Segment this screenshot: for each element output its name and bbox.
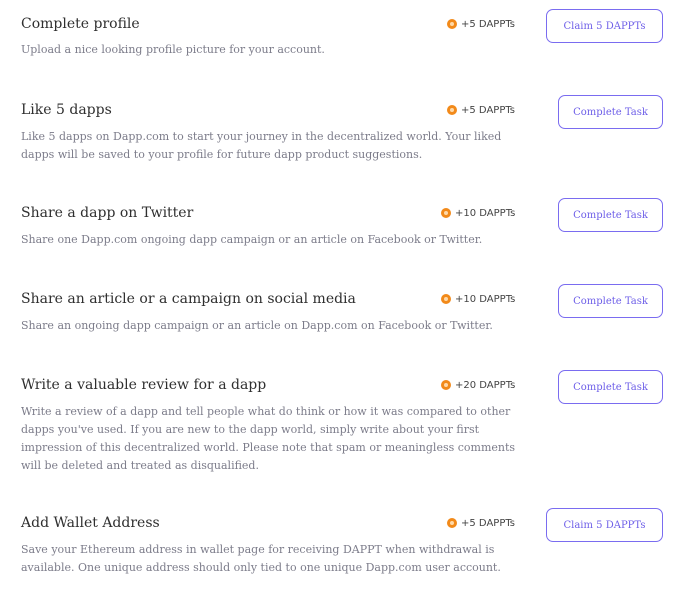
coin-icon xyxy=(447,105,457,115)
coin-icon xyxy=(447,19,457,29)
complete-task-button[interactable]: Complete Task xyxy=(558,198,663,232)
complete-task-button[interactable]: Complete Task xyxy=(558,95,663,129)
task-title: Add Wallet Address xyxy=(21,515,160,531)
coin-icon xyxy=(441,208,451,218)
reward-amount: +10 DAPPTs xyxy=(455,293,516,305)
reward-amount: +20 DAPPTs xyxy=(455,379,516,391)
task-reward: +5 DAPPTs xyxy=(447,15,515,33)
task-title: Write a valuable review for a dapp xyxy=(21,377,267,393)
task-reward: +5 DAPPTs xyxy=(447,514,515,532)
task-description: Like 5 dapps on Dapp.com to start your j… xyxy=(21,130,502,161)
reward-amount: +10 DAPPTs xyxy=(455,207,516,219)
task-description: Share an ongoing dapp campaign or an art… xyxy=(21,319,493,332)
task-description: Save your Ethereum address in wallet pag… xyxy=(21,543,501,574)
complete-task-button[interactable]: Complete Task xyxy=(558,370,663,404)
complete-task-button[interactable]: Complete Task xyxy=(558,284,663,318)
claim-button[interactable]: Claim 5 DAPPTs xyxy=(546,508,663,542)
task-description: Share one Dapp.com ongoing dapp campaign… xyxy=(21,233,483,246)
reward-amount: +5 DAPPTs xyxy=(461,18,516,30)
task-description: Upload a nice looking profile picture fo… xyxy=(21,43,325,56)
reward-amount: +5 DAPPTs xyxy=(461,517,516,529)
claim-button[interactable]: Claim 5 DAPPTs xyxy=(546,9,663,43)
task-reward: +5 DAPPTs xyxy=(447,101,515,119)
task-title: Complete profile xyxy=(21,16,140,32)
task-description: Write a review of a dapp and tell people… xyxy=(21,405,516,472)
task-reward: +10 DAPPTs xyxy=(441,204,515,222)
task-reward: +10 DAPPTs xyxy=(441,290,515,308)
coin-icon xyxy=(441,294,451,304)
reward-amount: +5 DAPPTs xyxy=(461,104,516,116)
task-reward: +20 DAPPTs xyxy=(441,376,515,394)
task-title: Share an article or a campaign on social… xyxy=(21,291,356,307)
task-title: Like 5 dapps xyxy=(21,102,112,118)
task-title: Share a dapp on Twitter xyxy=(21,205,194,221)
coin-icon xyxy=(447,518,457,528)
coin-icon xyxy=(441,380,451,390)
